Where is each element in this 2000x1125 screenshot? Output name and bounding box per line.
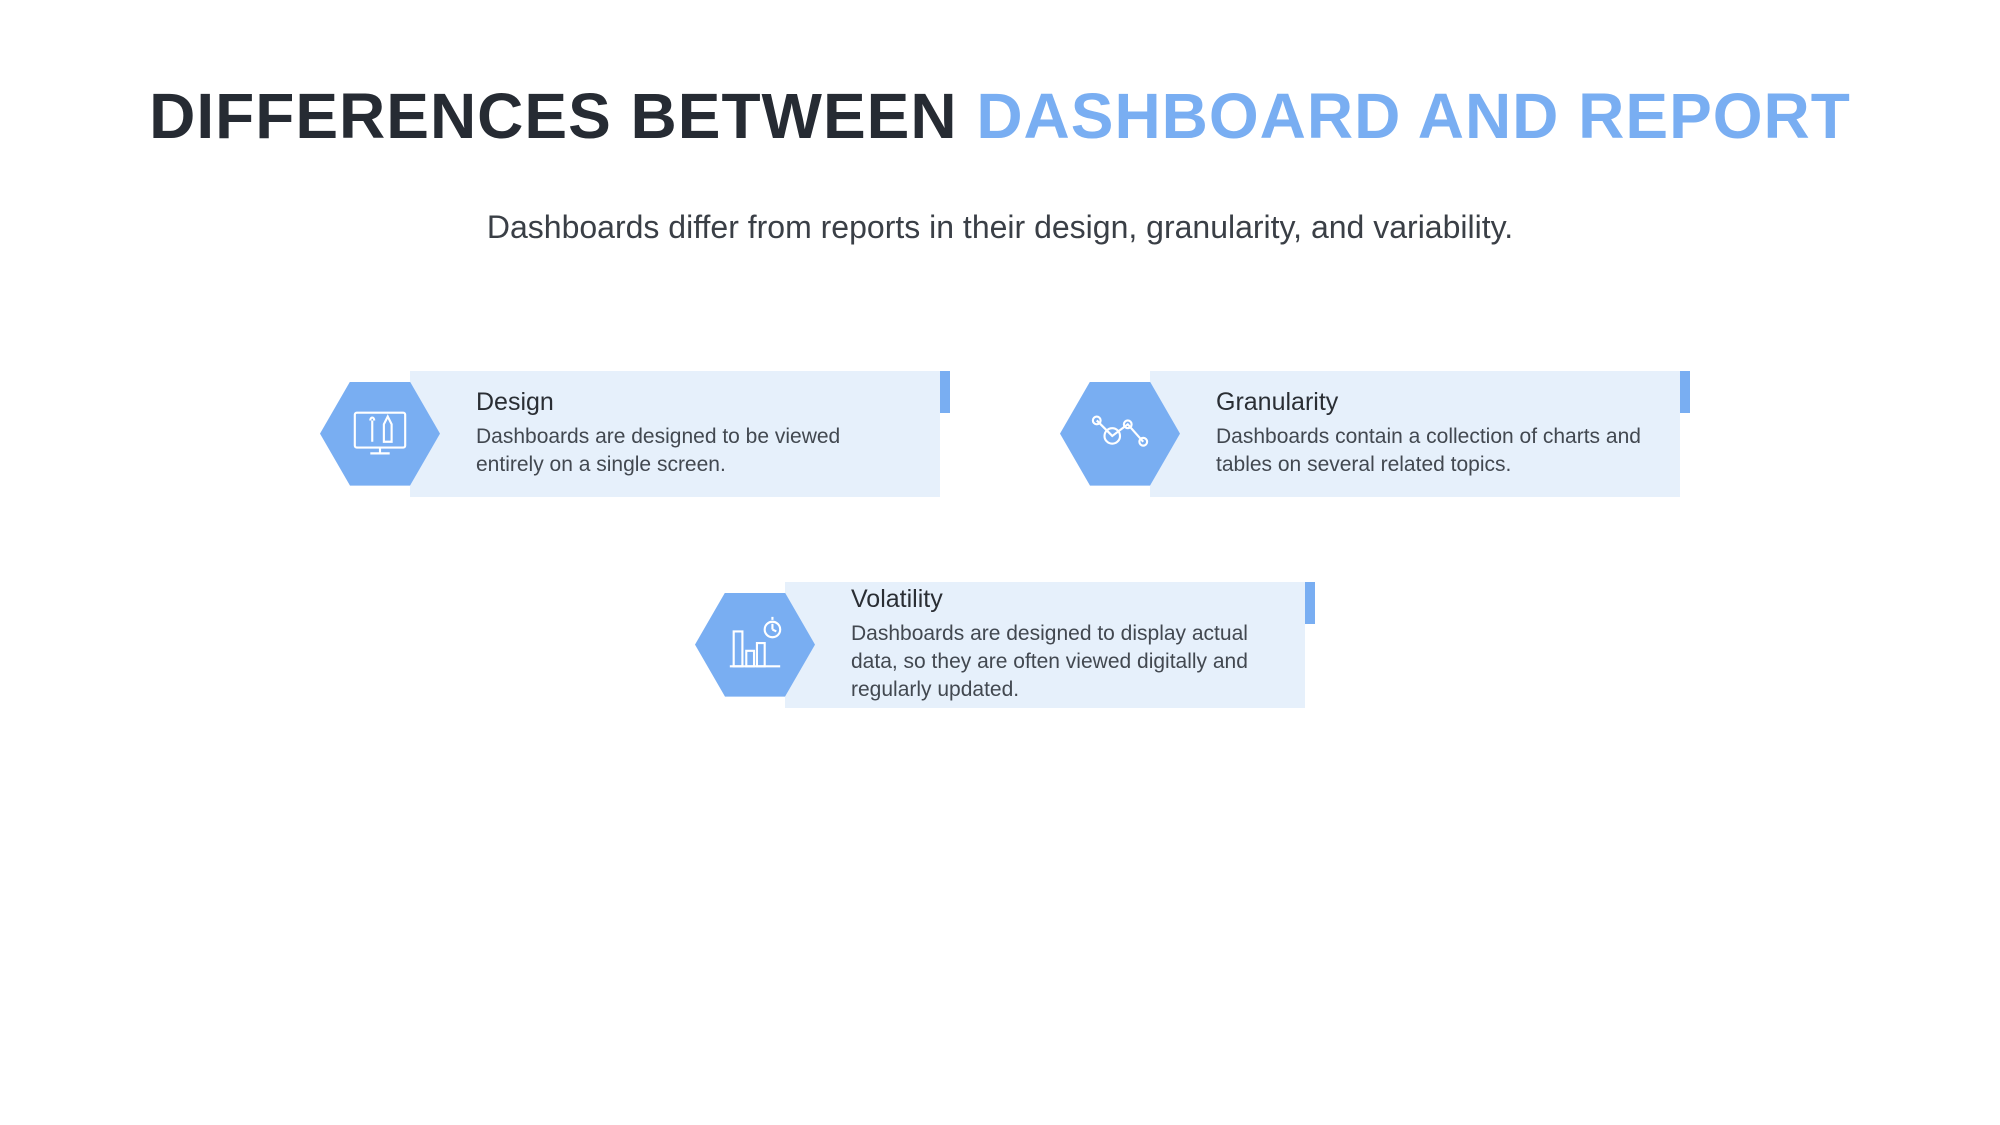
title-accent: DASHBOARD AND REPORT bbox=[976, 80, 1851, 152]
title-plain: DIFFERENCES BETWEEN bbox=[149, 80, 976, 152]
card-heading: Design bbox=[476, 388, 904, 417]
card-volatility: Volatility Dashboards are designed to di… bbox=[695, 582, 1305, 708]
card-body: Dashboards contain a collection of chart… bbox=[1216, 423, 1644, 480]
card-body: Dashboards are designed to display actua… bbox=[851, 620, 1269, 705]
card-heading: Granularity bbox=[1216, 388, 1644, 417]
slide-title: DIFFERENCES BETWEEN DASHBOARD AND REPORT bbox=[0, 0, 2000, 154]
card-body: Dashboards are designed to be viewed ent… bbox=[476, 423, 904, 480]
accent-bar bbox=[1305, 582, 1315, 624]
accent-bar bbox=[940, 371, 950, 413]
card-granularity: Granularity Dashboards contain a collect… bbox=[1060, 371, 1680, 497]
slide-subtitle: Dashboards differ from reports in their … bbox=[0, 209, 2000, 246]
card-design: Design Dashboards are designed to be vie… bbox=[320, 371, 940, 497]
accent-bar bbox=[1680, 371, 1690, 413]
card-heading: Volatility bbox=[851, 585, 1269, 614]
